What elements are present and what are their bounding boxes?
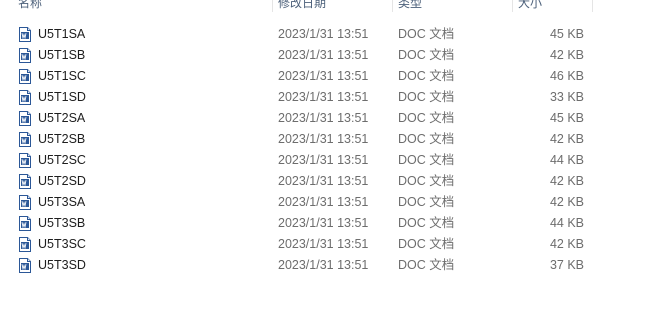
file-size: 37 KB xyxy=(549,258,584,272)
column-header-date[interactable]: 修改日期 xyxy=(278,0,326,12)
file-name: U5T3SD xyxy=(38,258,86,272)
file-row[interactable]: U5T2SB 2023/1/31 13:51 DOC 文档 42 KB xyxy=(0,129,600,150)
file-modified-date: 2023/1/31 13:51 xyxy=(278,153,369,167)
file-name: U5T3SC xyxy=(38,237,86,251)
file-modified-date: 2023/1/31 13:51 xyxy=(278,111,369,125)
file-size: 46 KB xyxy=(549,69,584,83)
file-type: DOC 文档 xyxy=(398,132,455,146)
file-row[interactable]: U5T3SA 2023/1/31 13:51 DOC 文档 42 KB xyxy=(0,192,600,213)
file-row[interactable]: U5T3SB 2023/1/31 13:51 DOC 文档 44 KB xyxy=(0,213,600,234)
file-type: DOC 文档 xyxy=(398,69,455,83)
column-header-bar: 名称 修改日期 类型 大小 xyxy=(0,0,670,12)
file-name: U5T2SC xyxy=(38,153,86,167)
file-modified-date: 2023/1/31 13:51 xyxy=(278,132,369,146)
column-divider[interactable] xyxy=(392,0,393,12)
file-modified-date: 2023/1/31 13:51 xyxy=(278,69,369,83)
file-modified-date: 2023/1/31 13:51 xyxy=(278,237,369,251)
word-doc-icon xyxy=(18,69,32,84)
file-name: U5T2SD xyxy=(38,174,86,188)
file-modified-date: 2023/1/31 13:51 xyxy=(278,258,369,272)
column-header-type[interactable]: 类型 xyxy=(398,0,422,12)
file-name: U5T1SD xyxy=(38,90,86,104)
file-modified-date: 2023/1/31 13:51 xyxy=(278,174,369,188)
file-size: 45 KB xyxy=(549,111,584,125)
file-size: 44 KB xyxy=(549,216,584,230)
file-name: U5T1SB xyxy=(38,48,86,62)
file-size: 42 KB xyxy=(549,174,584,188)
file-size: 44 KB xyxy=(549,153,584,167)
file-modified-date: 2023/1/31 13:51 xyxy=(278,90,369,104)
file-row[interactable]: U5T3SD 2023/1/31 13:51 DOC 文档 37 KB xyxy=(0,255,600,276)
column-divider[interactable] xyxy=(592,0,593,12)
file-size: 45 KB xyxy=(549,27,584,41)
file-row[interactable]: U5T1SA 2023/1/31 13:51 DOC 文档 45 KB xyxy=(0,24,600,45)
file-type: DOC 文档 xyxy=(398,153,455,167)
file-modified-date: 2023/1/31 13:51 xyxy=(278,216,369,230)
word-doc-icon xyxy=(18,27,32,42)
file-type: DOC 文档 xyxy=(398,174,455,188)
file-type: DOC 文档 xyxy=(398,48,455,62)
file-size: 42 KB xyxy=(549,132,584,146)
file-modified-date: 2023/1/31 13:51 xyxy=(278,48,369,62)
file-name: U5T3SB xyxy=(38,216,86,230)
file-row[interactable]: U5T2SD 2023/1/31 13:51 DOC 文档 42 KB xyxy=(0,171,600,192)
file-type: DOC 文档 xyxy=(398,195,455,209)
file-type: DOC 文档 xyxy=(398,111,455,125)
column-divider[interactable] xyxy=(272,0,273,12)
column-header-name[interactable]: 名称 xyxy=(18,0,42,12)
word-doc-icon xyxy=(18,258,32,273)
file-type: DOC 文档 xyxy=(398,27,455,41)
file-name: U5T3SA xyxy=(38,195,86,209)
file-type: DOC 文档 xyxy=(398,237,455,251)
file-type: DOC 文档 xyxy=(398,90,455,104)
word-doc-icon xyxy=(18,153,32,168)
file-row[interactable]: U5T1SD 2023/1/31 13:51 DOC 文档 33 KB xyxy=(0,87,600,108)
file-row[interactable]: U5T2SA 2023/1/31 13:51 DOC 文档 45 KB xyxy=(0,108,600,129)
file-name: U5T2SA xyxy=(38,111,86,125)
column-divider[interactable] xyxy=(512,0,513,12)
file-size: 42 KB xyxy=(549,237,584,251)
file-size: 33 KB xyxy=(549,90,584,104)
file-modified-date: 2023/1/31 13:51 xyxy=(278,195,369,209)
file-type: DOC 文档 xyxy=(398,216,455,230)
word-doc-icon xyxy=(18,195,32,210)
word-doc-icon xyxy=(18,216,32,231)
word-doc-icon xyxy=(18,132,32,147)
file-list: U5T1SA 2023/1/31 13:51 DOC 文档 45 KB U5T1… xyxy=(0,24,670,276)
file-modified-date: 2023/1/31 13:51 xyxy=(278,27,369,41)
file-name: U5T2SB xyxy=(38,132,86,146)
file-row[interactable]: U5T3SC 2023/1/31 13:51 DOC 文档 42 KB xyxy=(0,234,600,255)
column-header-size[interactable]: 大小 xyxy=(518,0,542,12)
word-doc-icon xyxy=(18,48,32,63)
word-doc-icon xyxy=(18,237,32,252)
word-doc-icon xyxy=(18,90,32,105)
word-doc-icon xyxy=(18,111,32,126)
file-name: U5T1SC xyxy=(38,69,86,83)
word-doc-icon xyxy=(18,174,32,189)
file-row[interactable]: U5T1SB 2023/1/31 13:51 DOC 文档 42 KB xyxy=(0,45,600,66)
file-size: 42 KB xyxy=(549,195,584,209)
file-row[interactable]: U5T1SC 2023/1/31 13:51 DOC 文档 46 KB xyxy=(0,66,600,87)
file-row[interactable]: U5T2SC 2023/1/31 13:51 DOC 文档 44 KB xyxy=(0,150,600,171)
file-size: 42 KB xyxy=(549,48,584,62)
file-explorer-window: 名称 修改日期 类型 大小 U5T1SA 2023/1/31 13:51 DOC… xyxy=(0,0,670,312)
file-type: DOC 文档 xyxy=(398,258,455,272)
file-name: U5T1SA xyxy=(38,27,86,41)
